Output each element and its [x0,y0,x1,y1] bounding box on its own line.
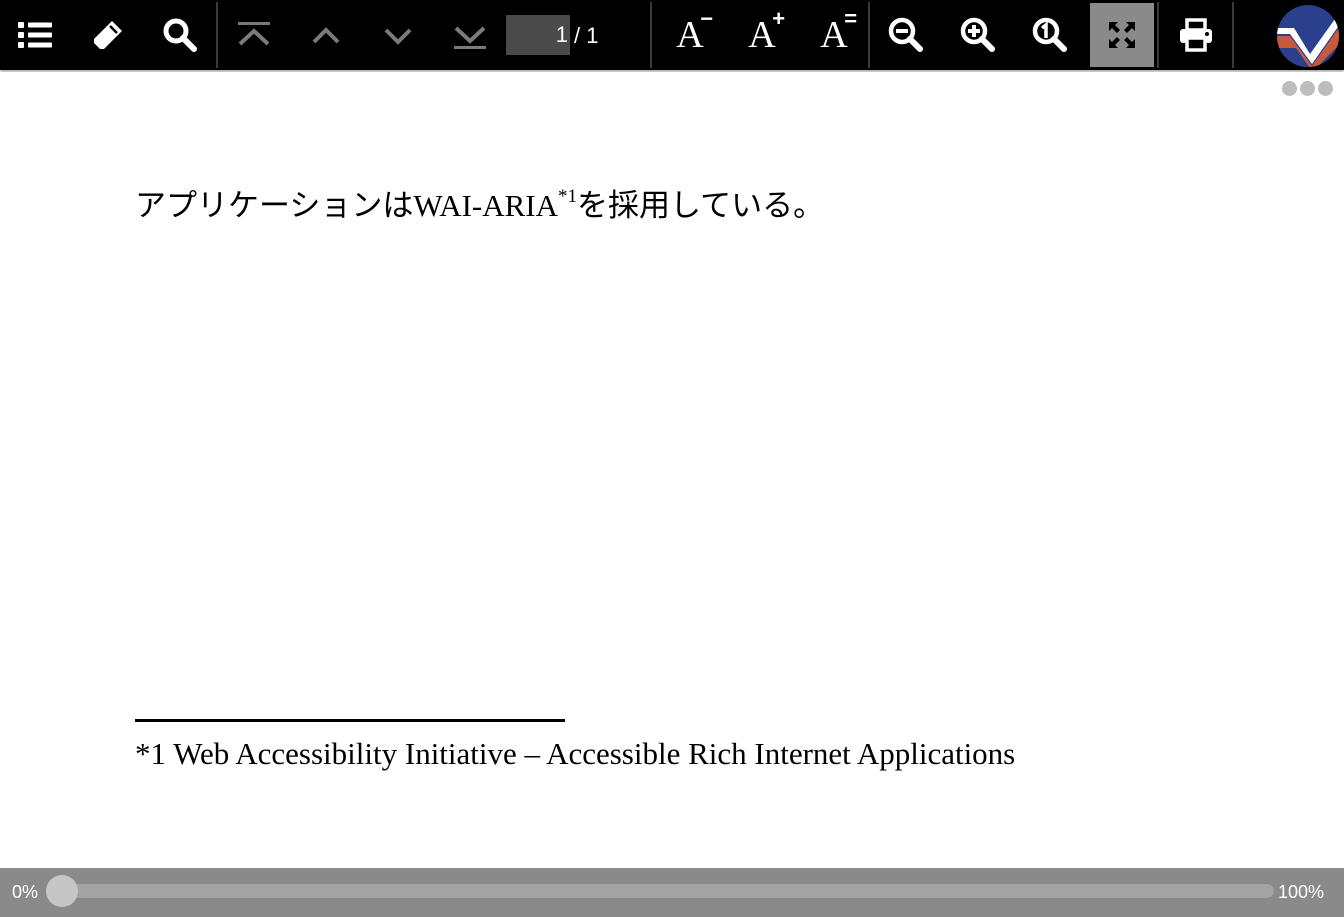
footnote: *1 Web Accessibility Initiative – Access… [135,736,1016,771]
toolbar-separator [650,2,652,68]
printer-icon [1180,18,1212,52]
chevron-down-icon [384,28,412,45]
pencil-icon [94,21,122,49]
highlighter-button[interactable] [76,3,140,67]
app-logo [1277,5,1339,67]
toolbar-separator [868,2,870,68]
zoom-in-button[interactable] [946,3,1010,67]
more-dot-icon [1282,81,1297,96]
list-icon [18,22,52,48]
last-page-button[interactable] [438,3,502,67]
paragraph-text-start: アプリケーションは [135,188,414,224]
first-page-button[interactable] [222,3,286,67]
fit-page-button[interactable] [1090,3,1154,67]
progress-track[interactable] [54,884,1274,898]
next-page-button[interactable] [366,3,430,67]
toolbar-separator [1232,2,1234,68]
font-decrease-icon: A − [676,6,714,56]
footnote-reference[interactable]: *1 [558,186,577,207]
paragraph-text-end: を採用している。 [577,188,825,224]
last-page-icon [454,26,486,49]
search-button[interactable] [148,3,212,67]
toolbar-separator [216,2,218,68]
table-of-contents-button[interactable] [4,3,68,67]
zoom-actual-size-button[interactable] [1018,3,1082,67]
print-button[interactable] [1164,3,1228,67]
toolbar: / 1 A− A+ A= [0,0,1344,70]
footnote-divider [135,719,565,722]
expand-icon [1109,22,1135,48]
page-number-input[interactable] [506,15,570,55]
document-paragraph: アプリケーションはWAI-ARIA*1を採用している。 [135,184,824,228]
progress-start-label: 0% [12,882,39,902]
document-viewport: アプリケーションはWAI-ARIA*1を採用している。 *1 Web Acces… [0,72,1344,868]
more-options-button[interactable] [1282,81,1338,97]
zoom-in-icon [960,17,995,52]
font-smaller-button[interactable]: A − [658,3,722,67]
chevron-up-icon [312,27,340,44]
more-dot-icon [1300,81,1315,96]
progress-slider-thumb[interactable] [46,875,78,907]
page-total: / 1 [574,23,599,48]
progress-end-label: 100% [1278,882,1325,902]
font-reset-icon: A = [820,6,858,56]
paragraph-term: WAI-ARIA [413,188,559,223]
font-reset-button[interactable]: A = [802,3,866,67]
zoom-out-icon [888,17,923,52]
search-icon [163,18,197,52]
font-increase-icon: A + [748,6,786,56]
more-dot-icon [1318,81,1333,96]
toolbar-separator [1157,2,1159,68]
reading-progress-bar: 0% 100% [0,868,1344,917]
font-larger-button[interactable]: A + [730,3,794,67]
previous-page-button[interactable] [294,3,358,67]
zoom-out-button[interactable] [874,3,938,67]
zoom-actual-size-icon [1032,17,1067,52]
first-page-icon [238,22,270,46]
